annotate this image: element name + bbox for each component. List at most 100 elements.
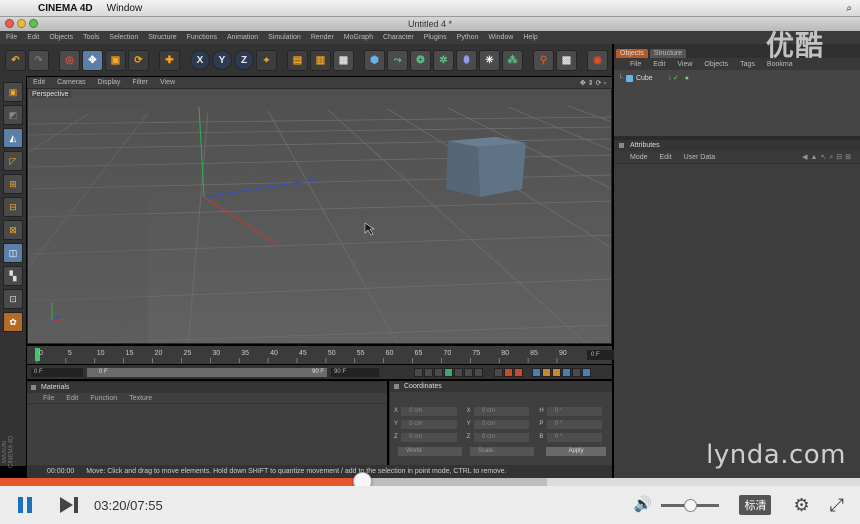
attributes-nav-icons[interactable]: ◀▲↖⌕⊟⊞: [802, 153, 854, 162]
window-menu[interactable]: Window: [107, 3, 143, 14]
coordinate-mode-select[interactable]: World: [398, 446, 462, 456]
quality-button[interactable]: 标清: [739, 495, 772, 515]
light-icon[interactable]: ▩: [556, 49, 577, 71]
materials-menu-function[interactable]: Function: [90, 395, 117, 402]
menu-mograph[interactable]: MoGraph: [344, 34, 373, 41]
key-position-icon[interactable]: [532, 367, 541, 377]
edges-mode-icon[interactable]: ⊟: [3, 197, 23, 217]
autokey-icon[interactable]: [504, 367, 513, 377]
prev-key-button[interactable]: [424, 367, 433, 377]
materials-menu-texture[interactable]: Texture: [129, 395, 152, 402]
volume-knob[interactable]: [684, 498, 698, 512]
viewport-nav-icons[interactable]: ✥⇕⟳▫: [580, 79, 608, 87]
menu-structure[interactable]: Structure: [148, 34, 176, 41]
objects-menu-file[interactable]: File: [630, 61, 641, 68]
key-rotation-icon[interactable]: [552, 367, 561, 377]
viewport-menu-view[interactable]: View: [160, 79, 175, 86]
attributes-menu-edit[interactable]: Edit: [660, 154, 672, 161]
menu-simulation[interactable]: Simulation: [268, 34, 301, 41]
menu-animation[interactable]: Animation: [227, 34, 258, 41]
end-frame-field[interactable]: 90 F: [331, 367, 379, 377]
undo-icon[interactable]: ↶: [5, 49, 26, 71]
minimize-window-button[interactable]: [17, 19, 26, 28]
object-list[interactable]: └ Cube ⁝✓ ●: [614, 70, 860, 140]
live-selection-icon[interactable]: ◎: [59, 49, 80, 71]
menu-python[interactable]: Python: [457, 34, 479, 41]
objects-menu-tags[interactable]: Tags: [740, 61, 755, 68]
move-tool-icon[interactable]: ✥: [82, 49, 103, 71]
layout-icon[interactable]: ◉: [587, 49, 608, 71]
pause-icon[interactable]: [18, 497, 34, 513]
attributes-menu-user-data[interactable]: User Data: [684, 154, 716, 161]
scale-tool-icon[interactable]: ▣: [105, 49, 126, 71]
spotlight-icon[interactable]: ⌕: [846, 3, 852, 14]
perspective-viewport[interactable]: Perspective: [27, 88, 612, 344]
x-axis-lock-icon[interactable]: X: [190, 50, 210, 70]
render-settings-icon[interactable]: ▦: [333, 49, 354, 71]
key-pla-icon[interactable]: [572, 367, 581, 377]
materials-menu-edit[interactable]: Edit: [66, 395, 78, 402]
coord-field[interactable]: 0 cm: [401, 406, 457, 416]
volume-slider[interactable]: [661, 498, 720, 512]
key-scale-icon[interactable]: [542, 367, 551, 377]
prev-frame-button[interactable]: [434, 367, 443, 377]
cube-object[interactable]: [446, 137, 526, 197]
workplane-icon[interactable]: ✿: [3, 312, 23, 332]
polygons-mode-icon[interactable]: ⊠: [3, 220, 23, 240]
coord-field[interactable]: 0 °: [546, 432, 602, 442]
video-progress-bar[interactable]: [0, 472, 860, 491]
coord-field[interactable]: 0 cm: [473, 432, 530, 442]
menu-window[interactable]: Window: [488, 34, 513, 41]
menu-render[interactable]: Render: [311, 34, 334, 41]
goto-start-button[interactable]: [414, 367, 423, 377]
coord-field[interactable]: 0 °: [546, 406, 602, 416]
object-row-cube[interactable]: └ Cube ⁝✓ ●: [618, 74, 691, 82]
environment-icon[interactable]: ⁂: [502, 49, 523, 71]
menu-help[interactable]: Help: [523, 34, 537, 41]
app-menu[interactable]: CINEMA 4D: [38, 3, 93, 14]
keyframe-selection-icon[interactable]: [514, 367, 523, 377]
apply-button[interactable]: Apply: [546, 446, 606, 456]
z-axis-lock-icon[interactable]: Z: [234, 50, 254, 70]
rotate-tool-icon[interactable]: ⟳: [128, 49, 149, 71]
add-object-icon[interactable]: ✚: [159, 49, 180, 71]
start-frame-field[interactable]: 0 F: [31, 367, 83, 377]
next-key-button[interactable]: [464, 367, 473, 377]
goto-end-button[interactable]: [474, 367, 483, 377]
menu-tools[interactable]: Tools: [83, 34, 99, 41]
fullscreen-icon[interactable]: ⤢: [830, 495, 844, 516]
zoom-window-button[interactable]: [29, 19, 38, 28]
attributes-menu-mode[interactable]: Mode: [630, 154, 648, 161]
viewport-menu-edit[interactable]: Edit: [33, 79, 45, 86]
deformer-icon[interactable]: ⬮: [456, 49, 477, 71]
camera-icon[interactable]: ⚲: [533, 49, 554, 71]
coord-field[interactable]: 0 °: [546, 419, 602, 429]
array-icon[interactable]: ✲: [433, 49, 454, 71]
objects-menu-objects[interactable]: Objects: [704, 61, 728, 68]
scene-objects-icon[interactable]: ✳: [479, 49, 500, 71]
viewport-menu-cameras[interactable]: Cameras: [57, 79, 85, 86]
make-editable-icon[interactable]: ▣: [3, 82, 23, 102]
redo-icon[interactable]: ↷: [28, 49, 49, 71]
menu-plugins[interactable]: Plugins: [424, 34, 447, 41]
materials-menu-file[interactable]: File: [43, 395, 54, 402]
coord-field[interactable]: 0 cm: [473, 406, 530, 416]
points-mode-icon[interactable]: ⊞: [3, 174, 23, 194]
coordinate-system-icon[interactable]: ⌖: [256, 49, 277, 71]
tweak-mode-icon[interactable]: ▚: [3, 266, 23, 286]
menu-objects[interactable]: Objects: [49, 34, 73, 41]
object-name[interactable]: Cube: [636, 75, 653, 82]
menu-file[interactable]: File: [6, 34, 17, 41]
snap-icon[interactable]: ⊡: [3, 289, 23, 309]
menu-selection[interactable]: Selection: [109, 34, 138, 41]
coordinate-scale-select[interactable]: Scale: [470, 446, 534, 456]
tab-structure[interactable]: Structure: [649, 49, 687, 58]
timeline-settings-icon[interactable]: [582, 367, 591, 377]
spline-pen-icon[interactable]: ⤳: [387, 49, 408, 71]
tab-objects[interactable]: Objects: [616, 49, 648, 58]
viewport-menu-display[interactable]: Display: [97, 79, 120, 86]
menu-functions[interactable]: Functions: [187, 34, 217, 41]
menu-character[interactable]: Character: [383, 34, 414, 41]
y-axis-lock-icon[interactable]: Y: [212, 50, 232, 70]
timeline-ruler[interactable]: 0 5 10 15 20 25 30 35 40 45 50 55 60 65 70 75 80 85 90 0 F: [27, 346, 635, 364]
